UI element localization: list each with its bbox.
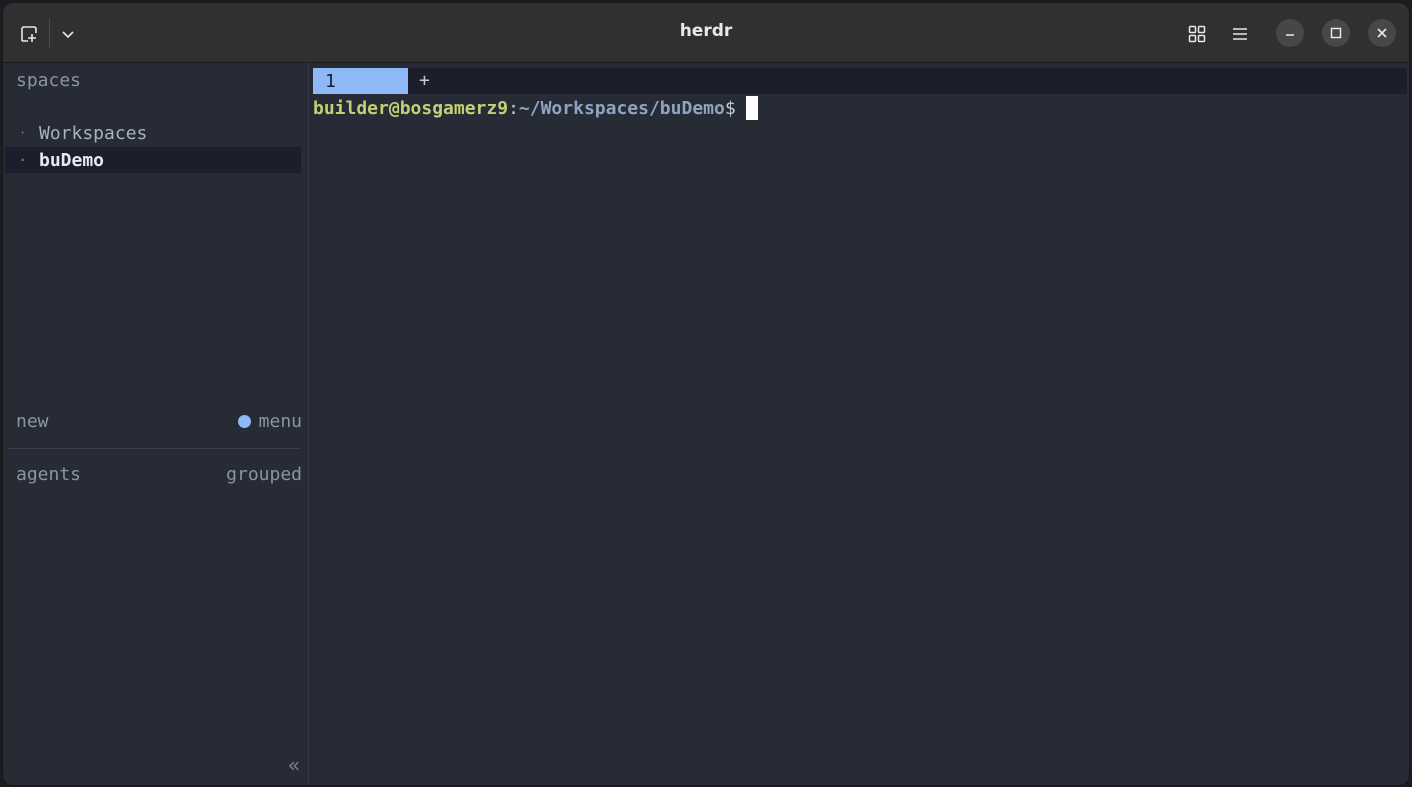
prompt-colon: : [508,97,519,119]
agents-heading: agents [16,464,82,485]
sidebar-menu-button[interactable]: menu [237,411,302,432]
space-bullet: · [19,126,27,140]
add-tab-button[interactable]: + [419,70,430,91]
collapse-sidebar-button[interactable]: « [288,753,300,777]
space-item-budemo[interactable]: · buDemo [5,147,301,173]
main-menu-button[interactable] [1227,21,1253,47]
grid-view-button[interactable] [1184,21,1210,47]
tab-1[interactable]: 1 [313,68,408,94]
grid-icon [1188,25,1206,43]
new-space-button[interactable]: new [16,411,49,432]
close-icon [1377,28,1387,38]
minimize-button[interactable] [1276,19,1304,47]
prompt-user-host: builder@bosgamerz9 [313,97,509,119]
prompt-symbol: $ [724,97,736,119]
terminal-pane[interactable]: 1 + builder@bosgamerz9: ~/Workspaces/buDe… [309,63,1409,785]
app-window: herdr spaces · Workspaces · buDemo new m… [3,3,1409,785]
grouped-toggle[interactable]: grouped [226,464,302,485]
space-item-workspaces[interactable]: · Workspaces [5,120,301,146]
maximize-button[interactable] [1322,19,1350,47]
spaces-sidebar: spaces · Workspaces · buDemo new menu ag… [3,63,309,785]
hamburger-menu-icon [1233,28,1247,40]
sidebar-menu-label: menu [258,411,302,432]
terminal-cursor [745,96,758,120]
terminal-tab-strip: 1 + [313,68,1407,94]
status-dot-icon [237,415,251,428]
maximize-icon [1330,27,1342,39]
space-bullet: · [19,153,27,167]
space-item-label: buDemo [39,149,105,171]
sidebar-divider [8,448,301,449]
prompt-path: ~/Workspaces/buDemo [518,97,725,119]
close-button[interactable] [1368,19,1396,47]
shell-prompt: builder@bosgamerz9: ~/Workspaces/buDemo $ [313,96,758,120]
minimize-icon [1286,34,1294,36]
spaces-heading: spaces [16,70,82,91]
space-item-label: Workspaces [39,122,148,144]
header-bar: herdr [3,3,1409,63]
